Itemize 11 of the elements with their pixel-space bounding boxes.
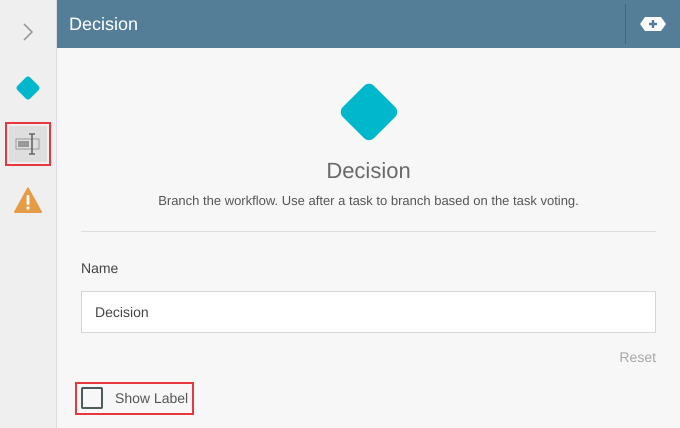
plus-icon bbox=[639, 16, 667, 32]
summary-title: Decision bbox=[326, 157, 411, 185]
name-field[interactable]: Decision bbox=[81, 290, 656, 332]
text-field-icon bbox=[15, 133, 41, 155]
chevron-right-icon bbox=[22, 22, 34, 42]
warning-icon bbox=[14, 187, 42, 213]
checkbox-label: Show Label bbox=[115, 388, 188, 408]
checkbox[interactable] bbox=[81, 387, 103, 409]
field-label: Name bbox=[81, 258, 120, 278]
header-title: Decision bbox=[68, 12, 140, 36]
summary-description: Branch the workflow. Use after a task to branch based on the task voting. bbox=[158, 192, 579, 210]
